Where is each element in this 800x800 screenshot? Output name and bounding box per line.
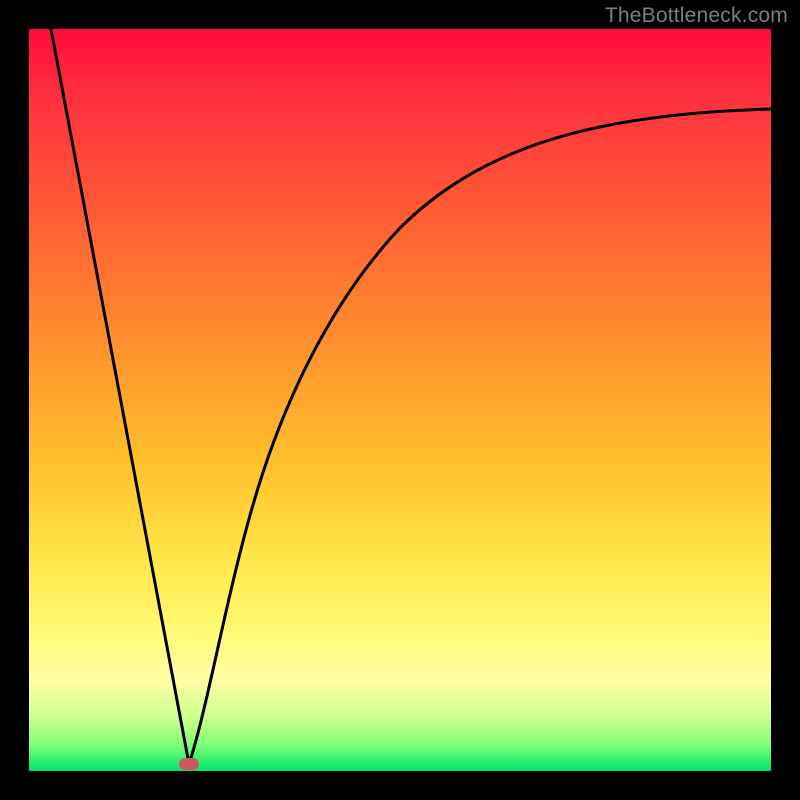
curve-path <box>51 29 771 764</box>
chart-container: TheBottleneck.com <box>0 0 800 800</box>
plot-area <box>29 29 771 771</box>
bottleneck-curve <box>29 29 771 771</box>
minimum-marker <box>179 758 199 770</box>
watermark-text: TheBottleneck.com <box>605 4 788 28</box>
